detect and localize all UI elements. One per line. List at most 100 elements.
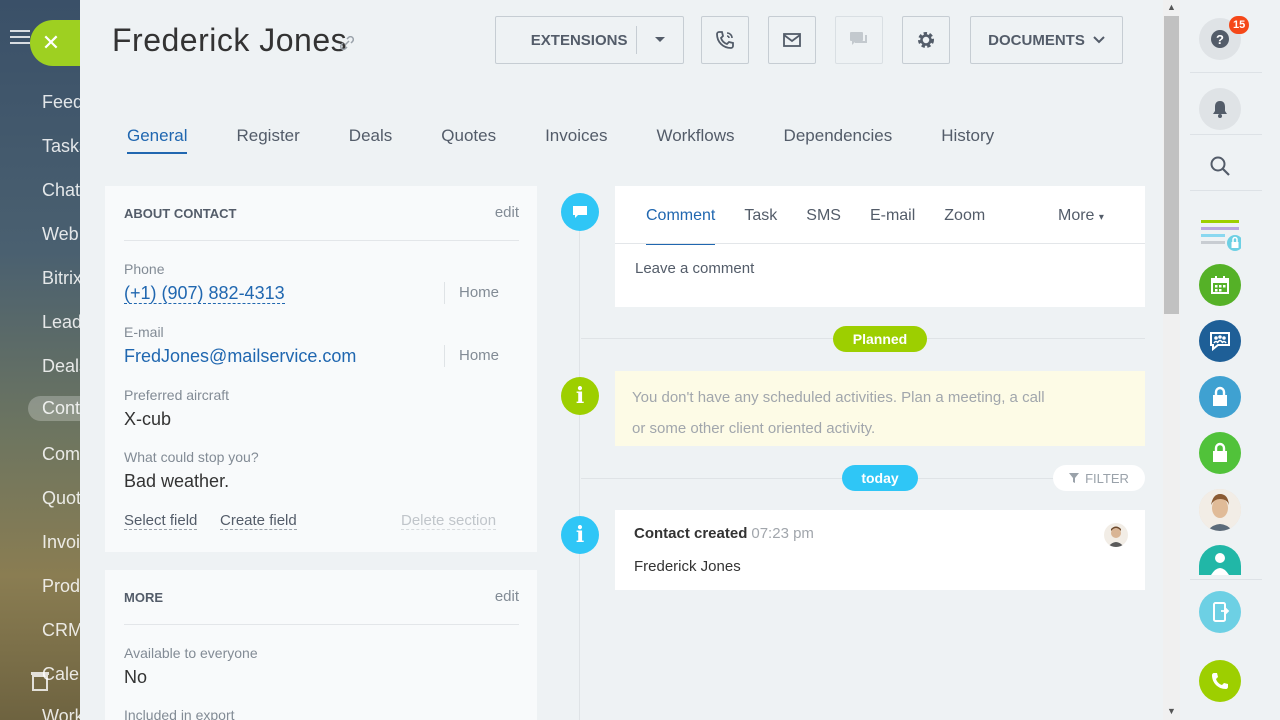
tab-invoices[interactable]: Invoices <box>545 126 607 154</box>
composer-tab-email[interactable]: E-mail <box>870 207 915 225</box>
calendar-button[interactable] <box>1199 264 1241 306</box>
nav-item-web[interactable]: Web <box>42 224 79 245</box>
menu-icon[interactable] <box>10 30 30 48</box>
today-badge: today <box>842 465 918 491</box>
about-contact-card: ABOUT CONTACT edit Phone (+1) (907) 882-… <box>105 186 537 552</box>
user-button[interactable] <box>1199 545 1241 575</box>
divider <box>1190 190 1262 191</box>
calendar-icon <box>1211 276 1229 294</box>
nav-item-bitrix[interactable]: Bitrix <box>42 268 80 289</box>
composer-tab-comment[interactable]: Comment <box>646 207 716 245</box>
scrollbar[interactable]: ▲ ▼ <box>1163 0 1180 720</box>
create-field-link[interactable]: Create field <box>220 512 297 530</box>
user-avatar[interactable] <box>1199 489 1241 531</box>
composer-tab-sms[interactable]: SMS <box>806 207 841 225</box>
gear-icon <box>918 32 934 48</box>
nav-item-companies[interactable]: Companies <box>42 444 80 465</box>
nav-item-leads[interactable]: Leads <box>42 312 80 333</box>
more-label: More <box>1058 207 1095 224</box>
tab-workflows[interactable]: Workflows <box>656 126 734 154</box>
planned-empty-notice: You don't have any scheduled activities.… <box>615 371 1145 446</box>
link-icon[interactable] <box>340 36 354 50</box>
documents-button[interactable]: DOCUMENTS <box>970 16 1123 64</box>
stop-label: What could stop you? <box>124 449 259 465</box>
composer-tab-zoom[interactable]: Zoom <box>944 207 985 225</box>
nav-item-deals[interactable]: Deals <box>42 356 80 377</box>
available-label: Available to everyone <box>124 645 258 661</box>
tab-dependencies[interactable]: Dependencies <box>784 126 893 154</box>
nav-item-quotes[interactable]: Quotes <box>42 488 80 509</box>
phone-link[interactable]: (+1) (907) 882-4313 <box>124 283 285 304</box>
composer-more-button[interactable]: More ▾ <box>1058 207 1104 225</box>
lock-icon <box>1213 386 1227 406</box>
filter-button[interactable]: FILTER <box>1053 465 1145 491</box>
tabs-bar: General Register Deals Quotes Invoices W… <box>127 126 1043 154</box>
divider <box>1190 579 1262 580</box>
planned-text-line-1: You don't have any scheduled activities.… <box>632 389 1045 406</box>
notification-count-badge: 15 <box>1229 16 1250 34</box>
avatar[interactable] <box>1104 523 1128 547</box>
nav-item-tasks[interactable]: Tasks <box>42 136 80 157</box>
tab-history[interactable]: History <box>941 126 994 154</box>
caret-down-icon: ▾ <box>1098 212 1104 223</box>
trash-icon[interactable] <box>30 670 50 692</box>
call-button[interactable] <box>701 16 749 64</box>
nav-item-feed[interactable]: Feed <box>42 92 80 113</box>
app-button[interactable] <box>1199 212 1241 254</box>
tab-general[interactable]: General <box>127 126 188 154</box>
divider <box>1190 134 1262 135</box>
available-value: No <box>124 667 148 687</box>
divider <box>615 243 1145 244</box>
nav-item-workgroups[interactable]: Workgroups <box>42 706 80 720</box>
email-link[interactable]: FredJones@mailservice.com <box>124 346 356 367</box>
extensions-button[interactable]: EXTENSIONS <box>495 16 684 64</box>
divider <box>124 240 519 241</box>
nav-item-products[interactable]: Products <box>42 576 80 597</box>
comment-icon <box>561 193 599 231</box>
close-slider-button[interactable]: ✕ <box>30 20 80 66</box>
scroll-down-icon[interactable]: ▼ <box>1167 706 1176 716</box>
locked-app-button[interactable] <box>1199 376 1241 418</box>
group-chat-button[interactable] <box>1199 320 1241 362</box>
delete-section-link[interactable]: Delete section <box>401 512 497 530</box>
edit-link[interactable]: edit <box>495 588 519 605</box>
phone-icon <box>1212 673 1228 689</box>
nav-item-invoices[interactable]: Invoices <box>42 532 80 553</box>
edit-link[interactable]: edit <box>495 204 519 221</box>
stripes-icon <box>1201 220 1241 251</box>
filter-icon <box>1069 473 1080 483</box>
search-button[interactable] <box>1199 145 1241 187</box>
mobile-share-button[interactable] <box>1199 591 1241 633</box>
aircraft-label: Preferred aircraft <box>124 387 230 403</box>
scroll-up-icon[interactable]: ▲ <box>1167 2 1176 12</box>
svg-text:?: ? <box>1216 32 1224 47</box>
question-icon: ? <box>1211 30 1229 48</box>
email-button[interactable] <box>768 16 816 64</box>
phone-call-button[interactable] <box>1199 660 1241 702</box>
divider <box>1190 72 1262 73</box>
scroll-thumb[interactable] <box>1164 16 1179 314</box>
tab-register[interactable]: Register <box>236 126 299 154</box>
mobile-icon <box>1213 602 1230 622</box>
chevron-down-icon[interactable] <box>637 37 683 43</box>
select-field-link[interactable]: Select field <box>124 512 198 530</box>
tab-deals[interactable]: Deals <box>349 126 392 154</box>
event-contact-name[interactable]: Frederick Jones <box>634 558 741 575</box>
timeline-line <box>579 210 580 720</box>
nav-item-chat[interactable]: Chat <box>42 180 80 201</box>
divider <box>124 624 519 625</box>
extensions-label: EXTENSIONS <box>530 31 628 49</box>
composer-tab-task[interactable]: Task <box>744 207 777 225</box>
comment-input[interactable]: Leave a comment <box>635 260 754 277</box>
timeline-event-card: Contact created 07:23 pm Frederick Jones <box>615 510 1145 590</box>
filter-label: FILTER <box>1085 470 1129 486</box>
nav-item-contacts[interactable]: Contacts <box>28 396 80 421</box>
tab-quotes[interactable]: Quotes <box>441 126 496 154</box>
locked-app-button[interactable] <box>1199 432 1241 474</box>
info-icon: i <box>561 516 599 554</box>
bell-icon <box>1213 101 1227 118</box>
nav-item-crm[interactable]: CRM <box>42 620 80 641</box>
notifications-button[interactable] <box>1199 88 1241 130</box>
chat-button[interactable] <box>835 16 883 64</box>
settings-button[interactable] <box>902 16 950 64</box>
